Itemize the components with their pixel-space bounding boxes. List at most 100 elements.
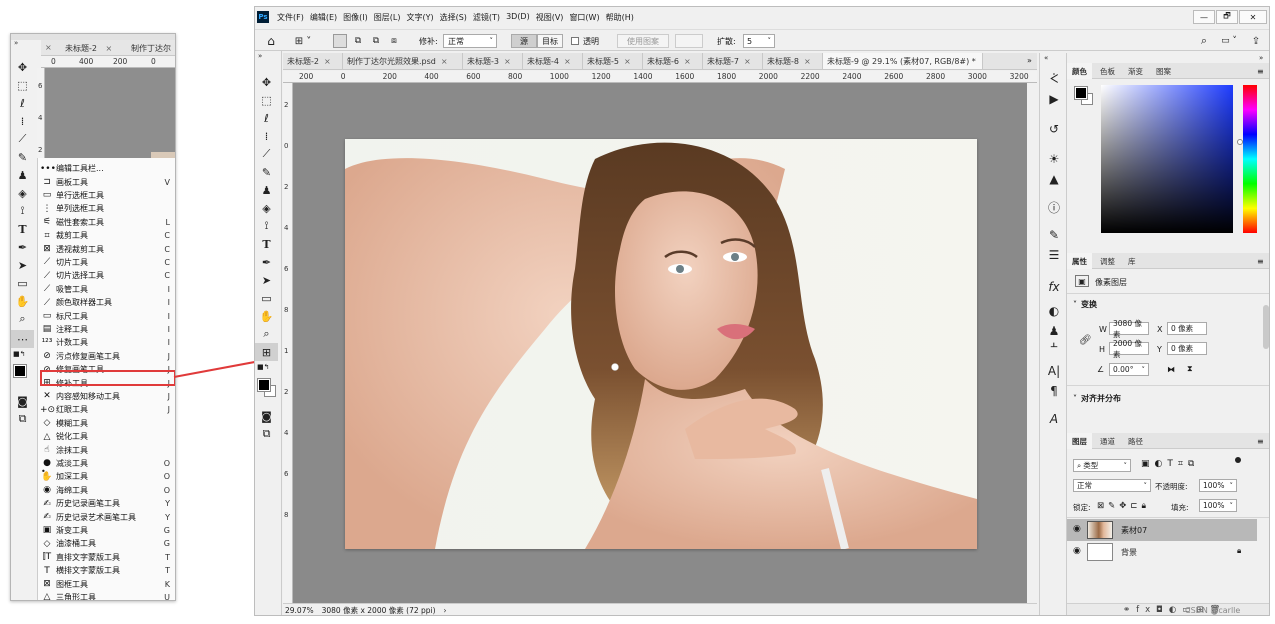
diffusion-select[interactable]: 5 ˅ [743, 34, 775, 48]
tool-menu-item[interactable]: ● 减淡工具 O [38, 457, 174, 470]
filter-icons[interactable]: ▣◐T⌗⧉ [1141, 459, 1199, 469]
brush-tool-icon[interactable]: ✎ [11, 148, 34, 166]
panel-tab[interactable]: 调整 [1095, 253, 1120, 269]
marquee-tool-icon[interactable]: ⬚ [255, 91, 278, 109]
home-icon[interactable]: ⌂ [263, 33, 279, 49]
history-brush-icon[interactable]: ᢵ [1042, 71, 1066, 87]
bucket-tool-icon[interactable]: ⟟ [255, 217, 278, 235]
foreground-color-swatch[interactable] [13, 364, 27, 378]
more-tabs-icon[interactable]: » [1027, 56, 1032, 65]
left-collapse-icon[interactable]: » [14, 39, 18, 47]
blend-mode-select[interactable]: 正常 ˅ [1073, 479, 1151, 492]
toolbar-collapse-icon[interactable]: » [258, 52, 262, 60]
transparent-checkbox[interactable] [571, 37, 579, 45]
pen-tool-icon[interactable]: ✒ [11, 238, 34, 256]
glyphs-icon[interactable]: A [1042, 411, 1066, 427]
tool-menu-item[interactable]: ⫿T 直排文字蒙版工具 T [38, 551, 174, 564]
levels-icon[interactable]: ▲ [1042, 171, 1066, 187]
tool-menu-item[interactable]: ⊠ 透视裁剪工具 C [38, 242, 174, 255]
foreground-color-swatch[interactable] [257, 378, 271, 392]
layer-row[interactable]: ◉ 素材07 [1067, 519, 1257, 541]
document-tab[interactable]: 制作丁达尔光照效果.psd × [343, 53, 463, 69]
quick-select-tool-icon[interactable]: ⁞ [11, 112, 34, 130]
edit-toolbar-icon[interactable]: ⋯ [11, 330, 34, 348]
lasso-tool-icon[interactable]: ℓ [11, 94, 34, 112]
tool-menu-item[interactable]: ☝ 涂抹工具 [38, 443, 174, 456]
zoom-tool-icon[interactable]: ⌕ [255, 325, 278, 343]
menu-item[interactable]: 文件(F) [277, 12, 304, 23]
menu-item[interactable]: 图像(I) [343, 12, 368, 23]
panel-tab[interactable]: 渐变 [1123, 63, 1148, 79]
tool-menu-item[interactable]: ▤ 注释工具 I [38, 323, 174, 336]
tool-menu-item[interactable]: ✍ 历史记录艺术画笔工具 Y [38, 510, 174, 523]
close-icon[interactable]: × [804, 57, 811, 66]
shape-icon[interactable]: ◐ [1042, 303, 1066, 319]
lock-icons[interactable]: ⊠✎✥⊏🔒︎ [1097, 501, 1150, 511]
tool-menu-item[interactable]: ⊐ 画板工具 V [38, 175, 174, 188]
character-icon[interactable]: A| [1042, 363, 1066, 379]
close-icon[interactable]: × [684, 57, 691, 66]
opacity-field[interactable]: 100% ˅ [1199, 479, 1237, 492]
document-tab[interactable]: 未标题-7 × [703, 53, 763, 69]
document-tab[interactable]: 未标题-6 × [643, 53, 703, 69]
panel-tab[interactable]: 图案 [1151, 63, 1176, 79]
properties-scrollbar[interactable] [1263, 305, 1269, 349]
brush-tool-icon[interactable]: ✎ [255, 163, 278, 181]
source-button[interactable]: 源 [511, 34, 537, 48]
rectangle-tool-icon[interactable]: ▭ [255, 289, 278, 307]
zoom-level[interactable]: 29.07% [285, 606, 314, 615]
quick-mask-icon[interactable]: ◙ [11, 392, 34, 410]
tool-menu-item[interactable]: T 横排文字蒙版工具 T [38, 564, 174, 577]
tool-menu-item[interactable]: ••• 编辑工具栏... [38, 162, 174, 175]
tool-menu-item[interactable]: ⚟ 磁性套索工具 L [38, 216, 174, 229]
tool-menu-item[interactable]: ◇ 模糊工具 [38, 417, 174, 430]
tool-menu-item[interactable]: ⟋ 颜色取样器工具 I [38, 296, 174, 309]
type-tool-icon[interactable]: T [11, 220, 34, 238]
menu-item[interactable]: 图层(L) [374, 12, 401, 23]
visibility-eye-icon[interactable]: ◉ [1073, 546, 1081, 556]
workspace-icon[interactable]: ▭ ˅ [1217, 34, 1241, 48]
hue-slider[interactable] [1243, 85, 1257, 233]
intersect-selection-icon[interactable]: ⧈ [387, 34, 401, 48]
tool-menu-item[interactable]: ✍ 历史记录画笔工具 Y [38, 497, 174, 510]
panel-tab[interactable]: 库 [1123, 253, 1141, 269]
bucket-tool-icon[interactable]: ⟟ [11, 202, 34, 220]
document-tab[interactable]: 未标题-5 × [583, 53, 643, 69]
tool-menu-item[interactable]: ▣ 渐变工具 G [38, 524, 174, 537]
tool-menu-item[interactable]: ✕ 内容感知移动工具 J [38, 390, 174, 403]
menu-item[interactable]: 滤镜(T) [473, 12, 500, 23]
brush-settings-icon[interactable]: ✎ [1042, 227, 1066, 243]
align-icon[interactable]: ⫠ [1042, 335, 1066, 351]
panel-menu-icon[interactable]: ≡ [1257, 67, 1264, 76]
info-icon[interactable]: ⓘ [1042, 199, 1066, 215]
width-field[interactable]: 3080 像素 [1109, 319, 1149, 339]
close-icon[interactable]: × [504, 57, 511, 66]
menu-item[interactable]: 帮助(H) [606, 12, 634, 23]
tool-menu-item[interactable]: △ 锐化工具 [38, 430, 174, 443]
zoom-tool-icon[interactable]: ⌕ [11, 310, 34, 328]
y-field[interactable]: 0 像素 [1167, 342, 1207, 355]
pattern-picker[interactable] [675, 34, 703, 48]
panel-tab[interactable]: 色板 [1095, 63, 1120, 79]
subtract-selection-icon[interactable]: ⧉ [369, 34, 383, 48]
path-select-tool-icon[interactable]: ➤ [11, 256, 34, 274]
quick-select-tool-icon[interactable]: ⁞ [255, 127, 278, 145]
brightness-icon[interactable]: ☀ [1042, 151, 1066, 167]
marquee-tool-icon[interactable]: ⬚ [11, 76, 34, 94]
tool-menu-item[interactable]: ⊘ 污点修复画笔工具 J [38, 350, 174, 363]
tool-menu-item[interactable]: ▭ 单行选框工具 [38, 189, 174, 202]
play-icon[interactable]: ▶ [1042, 91, 1066, 107]
close-icon[interactable]: × [744, 57, 751, 66]
height-field[interactable]: 2000 像素 [1109, 339, 1149, 359]
eraser-tool-icon[interactable]: ◈ [255, 199, 278, 217]
fx-icon[interactable]: fx [1042, 279, 1066, 295]
use-pattern-button[interactable]: 使用图案 [617, 34, 669, 48]
patch-tool-preset-icon[interactable]: ⊞ ˅ [291, 33, 315, 49]
right-panels-collapse[interactable]: » [1259, 54, 1263, 62]
tool-menu-item[interactable]: ◇ 油漆桶工具 G [38, 537, 174, 550]
filter-toggle-icon[interactable] [1235, 457, 1241, 463]
angle-field[interactable]: 0.00° ˅ [1109, 363, 1149, 376]
color-fg-swatch[interactable] [1074, 86, 1088, 100]
tool-menu-item[interactable]: ✋ 加深工具 O [38, 470, 174, 483]
pen-tool-icon[interactable]: ✒ [255, 253, 278, 271]
